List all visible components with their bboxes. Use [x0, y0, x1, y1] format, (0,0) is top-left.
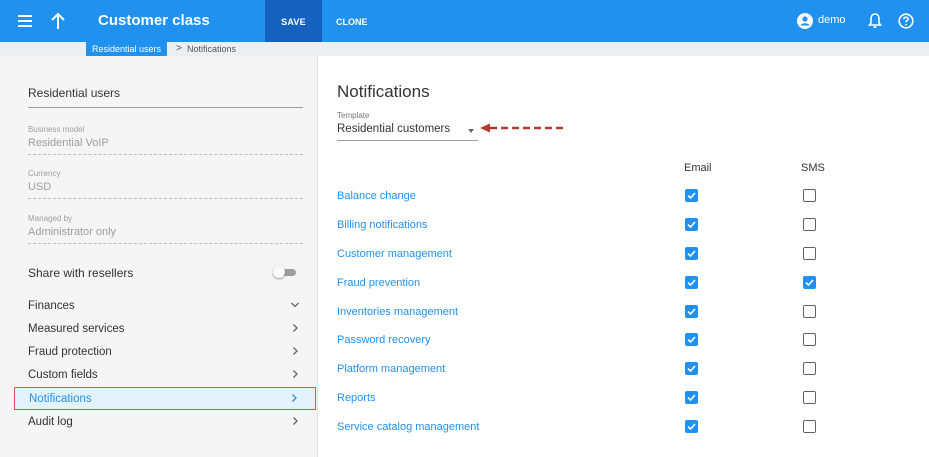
email-checkbox[interactable]	[685, 247, 698, 260]
top-bar: Customer class SAVE CLONE demo	[0, 0, 929, 42]
chevron-right-icon	[293, 324, 298, 332]
business-model-field: Business model Residential VoIP	[28, 125, 303, 155]
share-with-resellers-toggle[interactable]	[273, 266, 297, 278]
field-value: USD	[28, 181, 303, 199]
nav-item-audit-log[interactable]: Audit log	[14, 411, 316, 434]
column-header-sms: SMS	[801, 162, 825, 174]
nav-item-label: Finances	[28, 300, 75, 312]
nav-item-label: Measured services	[28, 323, 125, 335]
breadcrumb-separator: >	[176, 43, 182, 54]
bell-icon[interactable]	[867, 12, 883, 30]
notification-row-label[interactable]: Service catalog management	[337, 421, 479, 433]
nav-item-measured-services[interactable]: Measured services	[14, 318, 316, 341]
breadcrumb: Residential users > Notifications	[0, 42, 929, 56]
name-field[interactable]: Residential users	[28, 86, 303, 108]
field-label: Business model	[28, 125, 85, 134]
annotation-arrow-icon	[480, 123, 564, 133]
field-value: Administrator only	[28, 226, 303, 244]
nav-item-label: Audit log	[28, 416, 73, 428]
sms-checkbox[interactable]	[803, 420, 816, 433]
save-button[interactable]: SAVE	[265, 0, 322, 42]
email-checkbox[interactable]	[685, 362, 698, 375]
currency-field: Currency USD	[28, 169, 303, 199]
page-title: Customer class	[98, 12, 210, 29]
notification-row-label[interactable]: Billing notifications	[337, 219, 428, 231]
sms-checkbox[interactable]	[803, 333, 816, 346]
sms-checkbox[interactable]	[803, 247, 816, 260]
notification-row-label[interactable]: Password recovery	[337, 334, 431, 346]
breadcrumb-parent[interactable]: Residential users	[86, 42, 168, 56]
column-header-email: Email	[684, 162, 712, 174]
email-checkbox[interactable]	[685, 276, 698, 289]
share-with-resellers-label: Share with resellers	[28, 266, 134, 280]
nav-item-custom-fields[interactable]: Custom fields	[14, 364, 316, 387]
email-checkbox[interactable]	[685, 333, 698, 346]
notification-row-label[interactable]: Inventories management	[337, 306, 458, 318]
email-checkbox[interactable]	[685, 391, 698, 404]
account-icon[interactable]	[797, 13, 813, 29]
template-select[interactable]: Residential customers	[337, 122, 478, 141]
chevron-down-icon	[291, 302, 299, 308]
field-label: Currency	[28, 169, 61, 178]
template-label: Template	[337, 111, 370, 120]
left-panel: Residential users Business model Residen…	[0, 56, 318, 457]
arrow-up-icon[interactable]	[50, 11, 66, 31]
managed-by-field: Managed by Administrator only	[28, 214, 303, 244]
chevron-right-icon	[293, 417, 298, 425]
hamburger-menu-icon[interactable]	[18, 15, 32, 27]
sms-checkbox[interactable]	[803, 391, 816, 404]
sms-checkbox[interactable]	[803, 218, 816, 231]
clone-button[interactable]: CLONE	[336, 0, 368, 42]
breadcrumb-current: Notifications	[187, 44, 237, 54]
nav-item-label: Notifications	[29, 393, 92, 405]
notification-row-label[interactable]: Balance change	[337, 190, 416, 202]
user-name[interactable]: demo	[818, 14, 846, 26]
sms-checkbox[interactable]	[803, 276, 816, 289]
nav-item-label: Fraud protection	[28, 346, 112, 358]
nav-item-label: Custom fields	[28, 369, 98, 381]
notification-row-label[interactable]: Platform management	[337, 363, 445, 375]
notification-row-label[interactable]: Fraud prevention	[337, 277, 420, 289]
chevron-right-icon	[293, 347, 298, 355]
chevron-right-icon	[293, 370, 298, 378]
template-value: Residential customers	[337, 123, 451, 135]
field-value: Residential VoIP	[28, 137, 303, 155]
sms-checkbox[interactable]	[803, 362, 816, 375]
email-checkbox[interactable]	[685, 420, 698, 433]
field-label: Managed by	[28, 214, 73, 223]
email-checkbox[interactable]	[685, 189, 698, 202]
section-title: Notifications	[337, 82, 430, 101]
email-checkbox[interactable]	[685, 218, 698, 231]
nav-item-notifications[interactable]: Notifications	[14, 387, 316, 410]
notification-row-label[interactable]: Customer management	[337, 248, 452, 260]
nav-item-fraud-protection[interactable]: Fraud protection	[14, 341, 316, 364]
help-icon[interactable]	[898, 13, 914, 29]
sms-checkbox[interactable]	[803, 189, 816, 202]
chevron-right-icon	[292, 394, 297, 402]
notification-row-label[interactable]: Reports	[337, 392, 376, 404]
dropdown-caret-icon	[468, 129, 474, 133]
email-checkbox[interactable]	[685, 305, 698, 318]
nav-item-finances[interactable]: Finances	[14, 295, 316, 318]
sms-checkbox[interactable]	[803, 305, 816, 318]
